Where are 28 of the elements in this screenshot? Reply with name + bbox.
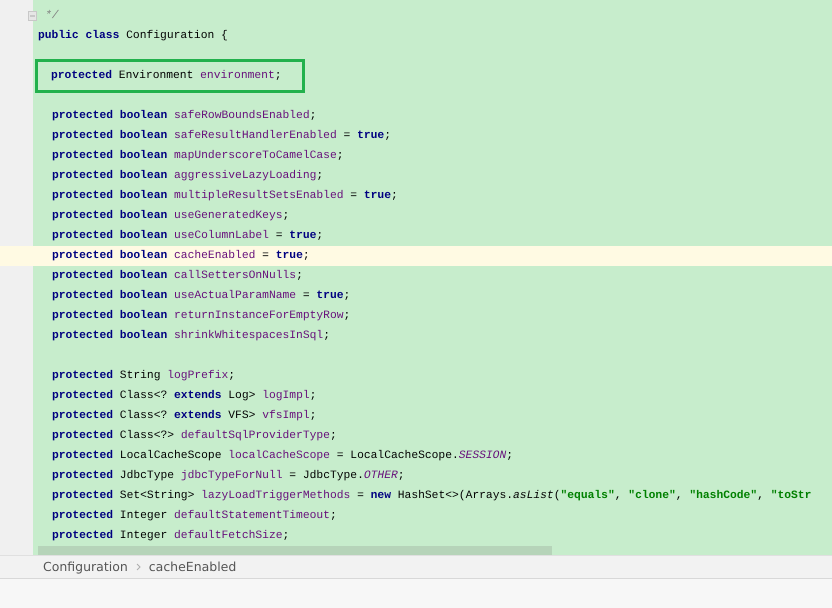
- code-line: protected Integer defaultStatementTimeout;: [52, 508, 337, 524]
- code-line: protected boolean returnInstanceForEmptyRow;: [52, 308, 350, 324]
- chevron-icon: [136, 563, 141, 571]
- code-line: protected boolean useActualParamName = true;: [52, 288, 350, 304]
- code-line: protected Set<String> lazyLoadTriggerMethods = new HashSet<>(Arrays.asList("equals", "clone", "hashCode", "toStr: [52, 488, 812, 504]
- code-line: protected Class<?> defaultSqlProviderType;: [52, 428, 337, 444]
- code-line: protected String logPrefix;: [52, 368, 236, 384]
- code-line: protected boolean useGeneratedKeys;: [52, 208, 290, 224]
- code-line: protected boolean multipleResultSetsEnabled = true;: [52, 188, 398, 204]
- code-line: protected boolean callSettersOnNulls;: [52, 268, 303, 284]
- breadcrumb-item[interactable]: Configuration: [43, 558, 128, 576]
- code-comment: */: [45, 8, 59, 24]
- fold-icon[interactable]: [28, 11, 37, 21]
- code-line: protected boolean cacheEnabled = true;: [52, 248, 310, 264]
- code-line: protected boolean useColumnLabel = true;: [52, 228, 324, 244]
- code-line: public class Configuration {: [38, 28, 228, 44]
- breadcrumb-item[interactable]: cacheEnabled: [148, 558, 236, 576]
- code-line: protected boolean shrinkWhitespacesInSql;: [52, 328, 330, 344]
- horizontal-scrollbar-thumb[interactable]: [38, 546, 552, 555]
- code-line: protected boolean safeResultHandlerEnabled = true;: [52, 128, 391, 144]
- code-line: protected JdbcType jdbcTypeForNull = JdbcType.OTHER;: [52, 468, 405, 484]
- code-line: protected boolean aggressiveLazyLoading;: [52, 168, 324, 184]
- code-line: protected Integer defaultFetchSize;: [52, 528, 290, 544]
- code-line: protected Class<? extends Log> logImpl;: [52, 388, 316, 404]
- code-line: protected boolean safeRowBoundsEnabled;: [52, 108, 316, 124]
- code-line: protected Class<? extends VFS> vfsImpl;: [52, 408, 316, 424]
- code-line: protected LocalCacheScope localCacheScope = LocalCacheScope.SESSION;: [52, 448, 514, 464]
- code-line: protected boolean mapUnderscoreToCamelCase;: [52, 148, 344, 164]
